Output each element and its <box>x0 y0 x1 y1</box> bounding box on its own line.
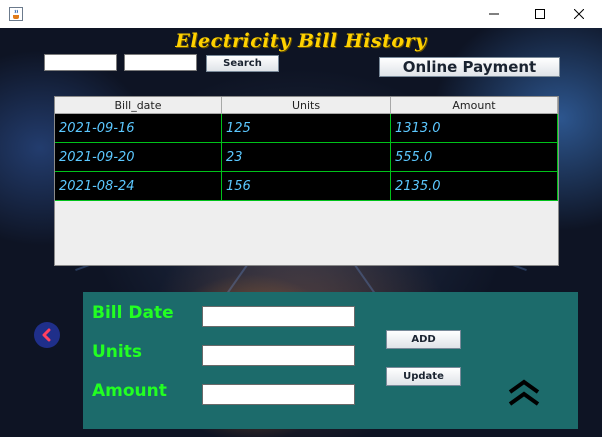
cell-units: 23 <box>222 143 391 172</box>
minimize-icon <box>489 13 499 15</box>
title-bar <box>0 0 602 29</box>
add-button[interactable]: ADD <box>386 330 461 349</box>
app-window: Electricity Bill History Search Online P… <box>0 0 602 437</box>
double-chevron-up-icon[interactable] <box>507 379 541 407</box>
java-cup-icon <box>9 7 23 21</box>
table-row[interactable]: 2021-09-20 23 555.0 <box>55 143 558 172</box>
units-label: Units <box>92 342 142 362</box>
search-button[interactable]: Search <box>206 55 279 72</box>
table-header: Bill_date Units Amount <box>55 97 558 114</box>
back-button[interactable] <box>34 322 60 348</box>
column-header-amount[interactable]: Amount <box>391 97 558 114</box>
amount-label: Amount <box>92 381 167 401</box>
cell-bill-date: 2021-09-20 <box>55 143 222 172</box>
minimize-button[interactable] <box>471 0 517 28</box>
bill-entry-panel: Bill Date Units Amount ADD Update <box>83 292 578 429</box>
cell-amount: 555.0 <box>391 143 558 172</box>
column-header-units[interactable]: Units <box>222 97 391 114</box>
search-field-1[interactable] <box>44 54 117 71</box>
chevron-left-icon <box>42 328 51 342</box>
update-button[interactable]: Update <box>386 367 461 386</box>
online-payment-button[interactable]: Online Payment <box>379 57 560 77</box>
units-field[interactable] <box>202 345 355 366</box>
table-row[interactable]: 2021-08-24 156 2135.0 <box>55 172 558 201</box>
table-row[interactable]: 2021-09-16 125 1313.0 <box>55 114 558 143</box>
search-field-2[interactable] <box>124 54 197 71</box>
cell-amount: 2135.0 <box>391 172 558 201</box>
bill-date-field[interactable] <box>202 306 355 327</box>
bill-date-label: Bill Date <box>92 303 174 323</box>
cell-units: 125 <box>222 114 391 143</box>
cell-units: 156 <box>222 172 391 201</box>
amount-field[interactable] <box>202 384 355 405</box>
cell-bill-date: 2021-09-16 <box>55 114 222 143</box>
column-header-bill-date[interactable]: Bill_date <box>55 97 222 114</box>
cell-amount: 1313.0 <box>391 114 558 143</box>
cell-bill-date: 2021-08-24 <box>55 172 222 201</box>
bill-history-table[interactable]: Bill_date Units Amount 2021-09-16 125 13… <box>54 96 559 266</box>
close-button[interactable] <box>556 0 602 28</box>
close-icon <box>574 9 584 19</box>
page-title: Electricity Bill History <box>175 30 427 52</box>
maximize-icon <box>535 9 545 19</box>
